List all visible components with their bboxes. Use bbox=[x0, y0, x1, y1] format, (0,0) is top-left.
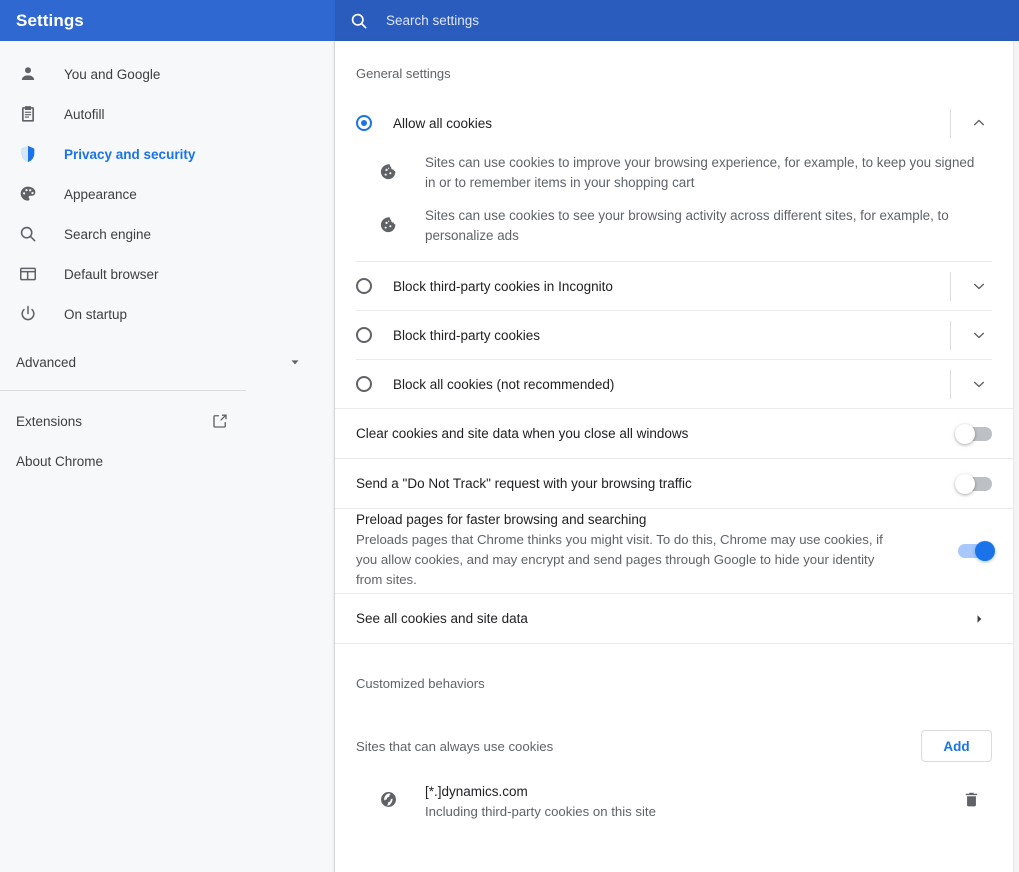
toggle-row-do-not-track[interactable]: Send a "Do Not Track" request with your … bbox=[335, 459, 1013, 508]
toggle-row-clear-cookies-on-close[interactable]: Clear cookies and site data when you clo… bbox=[335, 409, 1013, 458]
chevron-down-icon bbox=[288, 355, 302, 369]
search-input[interactable]: Search settings bbox=[386, 13, 479, 28]
allow-all-cookies-descriptions: Sites can use cookies to improve your br… bbox=[335, 147, 1013, 261]
sidebar-item-label: Autofill bbox=[64, 106, 105, 122]
toggle-label: Clear cookies and site data when you clo… bbox=[356, 425, 689, 441]
list-item[interactable]: [*.]dynamics.com Including third-party c… bbox=[335, 774, 1013, 830]
toggle-knob bbox=[955, 423, 975, 444]
cookie-icon bbox=[379, 215, 403, 239]
radio-label: Block third-party cookies bbox=[393, 327, 541, 343]
site-description: Including third-party cookies on this si… bbox=[425, 804, 656, 819]
app-title: Settings bbox=[16, 10, 84, 30]
browser-window-icon bbox=[16, 262, 40, 286]
radio-label: Allow all cookies bbox=[393, 115, 493, 131]
add-site-button[interactable]: Add bbox=[921, 730, 992, 762]
toggle-label: Send a "Do Not Track" request with your … bbox=[356, 475, 692, 491]
sidebar-item-appearance[interactable]: Appearance bbox=[0, 174, 334, 214]
sidebar-item-label: About Chrome bbox=[16, 453, 104, 469]
sidebar-divider bbox=[0, 390, 246, 391]
sidebar-item-extensions[interactable]: Extensions bbox=[0, 401, 334, 441]
customized-behaviors-heading: Customized behaviors bbox=[356, 676, 485, 691]
sidebar: You and Google Autofill Privacy and secu… bbox=[0, 41, 335, 872]
toggle-knob bbox=[955, 473, 975, 494]
toggle-switch[interactable] bbox=[955, 423, 992, 444]
radio-label: Block third-party cookies in Incognito bbox=[393, 278, 613, 294]
sidebar-item-autofill[interactable]: Autofill bbox=[0, 94, 334, 134]
shield-icon bbox=[16, 142, 40, 166]
search-icon bbox=[349, 11, 369, 31]
toggle-switch[interactable] bbox=[958, 541, 995, 561]
top-bar: Settings Search settings bbox=[0, 0, 1019, 41]
settings-content-card: General settings Allow all cookies Sites… bbox=[335, 41, 1013, 872]
radio-button[interactable] bbox=[356, 115, 372, 131]
person-icon bbox=[16, 62, 40, 86]
palette-icon bbox=[16, 182, 40, 206]
sidebar-item-label: On startup bbox=[64, 306, 128, 322]
sidebar-item-label: Appearance bbox=[64, 186, 137, 202]
sidebar-advanced-label: Advanced bbox=[16, 354, 77, 370]
chevron-down-icon[interactable] bbox=[969, 374, 989, 394]
sidebar-item-advanced[interactable]: Advanced bbox=[0, 342, 334, 382]
search-settings-box[interactable]: Search settings bbox=[335, 0, 1019, 41]
radio-row-allow-all-cookies[interactable]: Allow all cookies bbox=[335, 99, 1013, 147]
description-text: Sites can use cookies to improve your br… bbox=[425, 155, 975, 190]
description-text: Sites can use cookies to see your browsi… bbox=[425, 208, 949, 243]
link-row-see-all-cookies[interactable]: See all cookies and site data bbox=[335, 594, 1013, 643]
row-divider bbox=[950, 369, 951, 399]
description-item: Sites can use cookies to see your browsi… bbox=[356, 200, 989, 253]
cookie-icon bbox=[379, 162, 403, 186]
radio-row-block-third-party-incognito[interactable]: Block third-party cookies in Incognito bbox=[335, 262, 1013, 310]
description-item: Sites can use cookies to improve your br… bbox=[356, 147, 989, 200]
chevron-up-icon[interactable] bbox=[969, 113, 989, 133]
external-link-icon bbox=[211, 412, 229, 430]
power-icon bbox=[16, 302, 40, 326]
toggle-knob bbox=[975, 541, 995, 561]
chevron-down-icon[interactable] bbox=[969, 276, 989, 296]
trash-icon[interactable] bbox=[962, 790, 986, 814]
search-icon bbox=[16, 222, 40, 246]
radio-button[interactable] bbox=[356, 278, 372, 294]
sidebar-item-default-browser[interactable]: Default browser bbox=[0, 254, 334, 294]
toggle-description: Preloads pages that Chrome thinks you mi… bbox=[356, 532, 883, 587]
sidebar-item-label: Extensions bbox=[16, 413, 83, 429]
link-label: See all cookies and site data bbox=[356, 611, 528, 626]
sidebar-item-about-chrome[interactable]: About Chrome bbox=[0, 441, 334, 481]
chevron-down-icon[interactable] bbox=[969, 325, 989, 345]
arrow-right-icon bbox=[969, 609, 989, 629]
sidebar-item-label: Privacy and security bbox=[64, 146, 196, 162]
general-settings-heading: General settings bbox=[356, 66, 451, 81]
site-name: [*.]dynamics.com bbox=[425, 784, 528, 799]
radio-row-block-all-cookies[interactable]: Block all cookies (not recommended) bbox=[335, 360, 1013, 408]
sites-always-allow-label: Sites that can always use cookies bbox=[356, 738, 554, 754]
settings-window: Settings Search settings You and Google … bbox=[0, 0, 1019, 872]
sidebar-item-privacy-and-security[interactable]: Privacy and security bbox=[0, 134, 334, 174]
radio-row-block-third-party[interactable]: Block third-party cookies bbox=[335, 311, 1013, 359]
sidebar-item-search-engine[interactable]: Search engine bbox=[0, 214, 334, 254]
cookie-options-group: Allow all cookies Sites can use cookies … bbox=[335, 99, 1013, 408]
sidebar-item-label: You and Google bbox=[64, 66, 161, 82]
scrollbar-gutter[interactable] bbox=[1013, 41, 1019, 872]
sidebar-item-label: Default browser bbox=[64, 266, 159, 282]
radio-button[interactable] bbox=[356, 376, 372, 392]
radio-button[interactable] bbox=[356, 327, 372, 343]
toggle-row-preload-pages[interactable]: Preload pages for faster browsing and se… bbox=[335, 509, 1013, 593]
radio-label: Block all cookies (not recommended) bbox=[393, 376, 615, 392]
row-divider bbox=[950, 320, 951, 350]
toggle-label: Preload pages for faster browsing and se… bbox=[356, 512, 647, 527]
toggle-switch[interactable] bbox=[955, 473, 992, 494]
row-divider bbox=[950, 108, 951, 138]
row-divider bbox=[950, 271, 951, 301]
sidebar-item-on-startup[interactable]: On startup bbox=[0, 294, 334, 334]
sites-always-allow-header: Sites that can always use cookies Add bbox=[335, 724, 1013, 768]
globe-icon bbox=[379, 790, 403, 814]
sidebar-item-label: Search engine bbox=[64, 226, 152, 242]
clipboard-icon bbox=[16, 102, 40, 126]
sidebar-item-you-and-google[interactable]: You and Google bbox=[0, 54, 334, 94]
